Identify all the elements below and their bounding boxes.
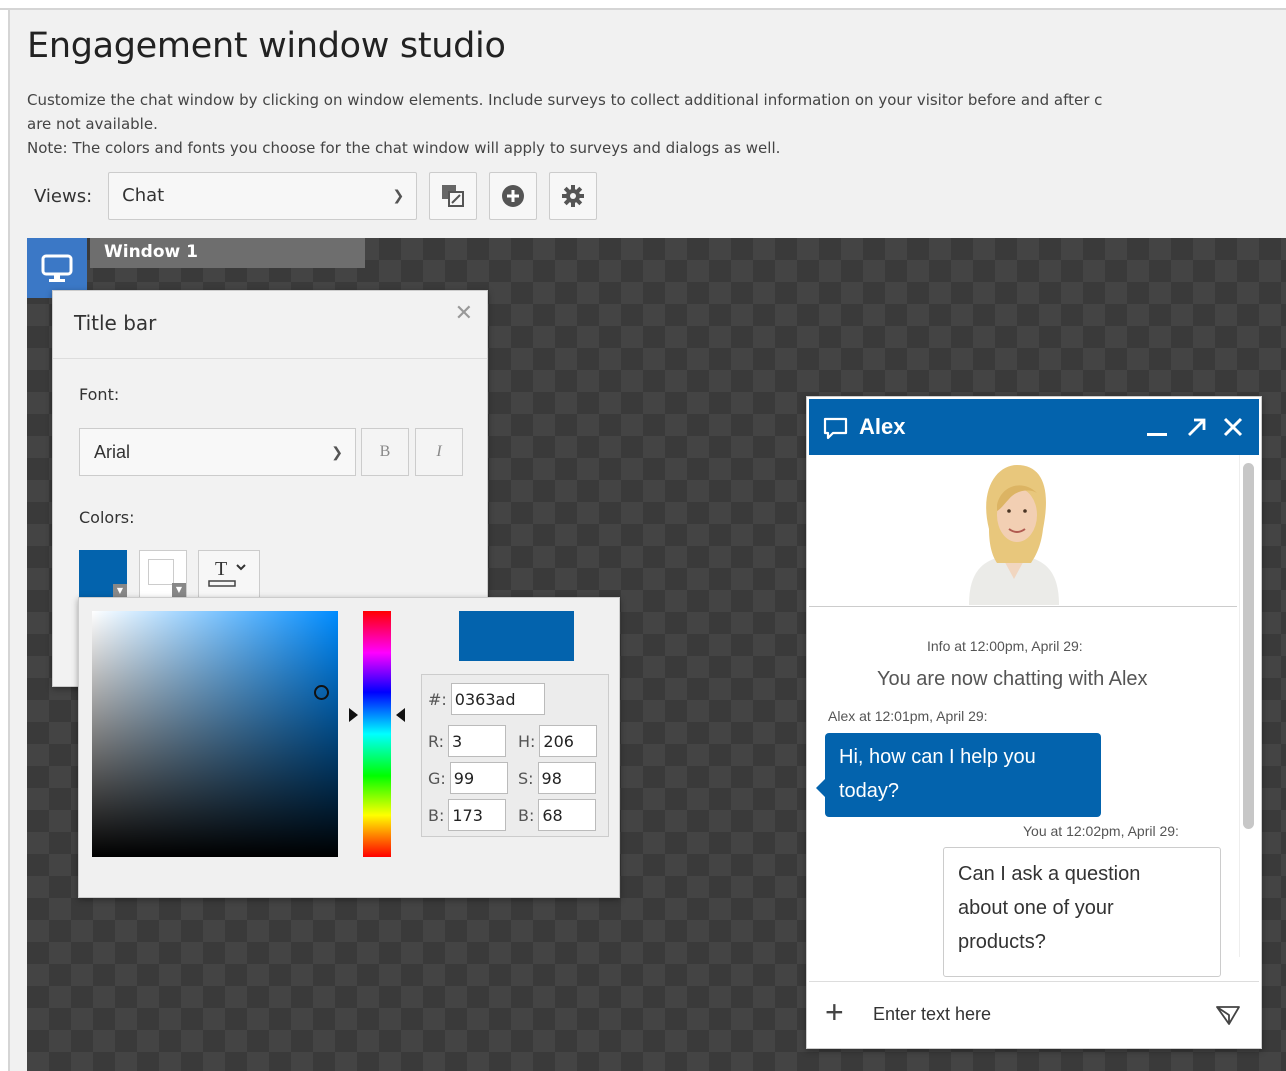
minimize-icon[interactable] — [1145, 415, 1169, 439]
window-tab[interactable]: Window 1 — [90, 238, 365, 268]
page-title: Engagement window studio — [27, 26, 506, 66]
brightness-row: B: — [518, 799, 597, 831]
b-row: B: — [428, 799, 507, 831]
chevron-down-icon: ❯ — [331, 444, 343, 460]
font-label: Font: — [79, 385, 120, 404]
chat-bubble-icon — [823, 417, 848, 440]
agent-name: Alex — [859, 414, 906, 439]
page-description: Customize the chat window by clicking on… — [27, 88, 1286, 160]
send-icon[interactable] — [1215, 1004, 1241, 1026]
hex-row: #: — [428, 683, 545, 715]
chat-window-preview: Alex Info at 12:00pm, April 29: You are … — [806, 396, 1262, 1049]
s-row: S: — [518, 762, 596, 794]
h-label: H: — [518, 731, 536, 751]
g-label: G: — [428, 768, 446, 788]
colors-label: Colors: — [79, 508, 135, 527]
g-row: G: — [428, 762, 508, 794]
views-select-value: Chat — [122, 185, 165, 206]
h-input[interactable] — [539, 725, 598, 757]
agent-timestamp: Alex at 12:01pm, April 29: — [828, 708, 988, 724]
b-label: B: — [428, 805, 445, 825]
color-marker[interactable] — [314, 685, 329, 700]
r-label: R: — [428, 731, 445, 751]
views-select[interactable]: Chat ❯ — [108, 172, 418, 220]
brightness-label: B: — [518, 805, 535, 825]
chevron-down-icon: ❯ — [392, 188, 405, 204]
agent-photo-area — [809, 455, 1237, 607]
hue-arrow-right-icon — [396, 708, 405, 722]
user-message-line-2: about one of your — [958, 897, 1114, 919]
b-input[interactable] — [448, 799, 507, 831]
user-message-line-3: products? — [958, 931, 1046, 953]
agent-message-line-2: today? — [839, 780, 900, 802]
close-icon[interactable]: ✕ — [455, 301, 473, 326]
bold-button[interactable]: B — [361, 428, 409, 476]
brightness-input[interactable] — [538, 799, 597, 831]
views-label: Views: — [34, 185, 93, 207]
font-select[interactable]: Arial ❯ — [79, 428, 356, 476]
chat-input[interactable]: Enter text here — [873, 1004, 991, 1025]
copy-view-icon — [442, 185, 465, 207]
hex-label: #: — [428, 689, 447, 709]
text-format-button[interactable]: T — [198, 550, 260, 598]
info-timestamp: Info at 12:00pm, April 29: — [927, 638, 1083, 654]
agent-avatar — [969, 465, 1059, 605]
chat-title-bar[interactable]: Alex — [809, 399, 1259, 455]
description-line-1: Customize the chat window by clicking on… — [27, 91, 1103, 109]
system-message: You are now chatting with Alex — [877, 668, 1148, 690]
svg-text:T: T — [215, 558, 227, 580]
text-color-swatch[interactable]: ▼ — [139, 550, 187, 598]
hue-slider[interactable] — [363, 611, 391, 857]
user-timestamp: You at 12:02pm, April 29: — [1023, 823, 1179, 839]
copy-view-button[interactable] — [429, 172, 478, 220]
color-preview — [459, 611, 574, 661]
monitor-icon — [41, 254, 73, 282]
add-view-icon — [502, 185, 525, 207]
background-color-swatch[interactable]: ▼ — [79, 550, 127, 598]
chat-input-area: + Enter text here — [809, 981, 1259, 1047]
description-line-2: are not available. — [27, 115, 158, 133]
views-toolbar: Views: Chat ❯ — [34, 172, 598, 220]
plus-icon[interactable]: + — [825, 994, 844, 1031]
settings-button[interactable] — [549, 172, 598, 220]
font-select-value: Arial — [94, 442, 131, 462]
dropdown-arrow-icon: ▼ — [113, 584, 127, 598]
saturation-value-area[interactable] — [92, 611, 338, 857]
s-label: S: — [518, 768, 534, 788]
r-row: R: — [428, 725, 507, 757]
add-view-button[interactable] — [489, 172, 538, 220]
hue-arrow-left-icon — [349, 708, 358, 722]
user-message-bubble: Can I ask a question about one of your p… — [943, 847, 1221, 977]
left-border — [0, 10, 10, 1071]
color-picker: #: R: H: G: S: B: B: — [78, 597, 620, 898]
panel-header: Title bar ✕ — [53, 291, 487, 359]
dropdown-arrow-icon: ▼ — [172, 583, 186, 597]
r-input[interactable] — [448, 725, 507, 757]
color-fields: #: R: H: G: S: B: B: — [421, 674, 609, 837]
h-row: H: — [518, 725, 598, 757]
settings-icon — [562, 185, 585, 207]
hex-input[interactable] — [450, 683, 545, 715]
top-border — [0, 0, 1286, 10]
agent-message-line-1: Hi, how can I help you — [839, 746, 1036, 768]
g-input[interactable] — [449, 762, 508, 794]
panel-title: Title bar — [74, 311, 157, 335]
window-icon-button[interactable] — [27, 238, 87, 298]
description-line-3: Note: The colors and fonts you choose fo… — [27, 139, 781, 157]
white-swatch-inner — [148, 559, 174, 585]
popout-icon[interactable] — [1185, 415, 1209, 439]
scrollbar-thumb[interactable] — [1243, 463, 1254, 829]
agent-message-bubble: Hi, how can I help you today? — [816, 733, 1101, 817]
italic-button[interactable]: I — [415, 428, 463, 476]
close-icon[interactable] — [1221, 415, 1245, 439]
user-message-line-1: Can I ask a question — [958, 863, 1141, 885]
text-style-icon: T — [208, 558, 246, 587]
s-input[interactable] — [537, 762, 596, 794]
